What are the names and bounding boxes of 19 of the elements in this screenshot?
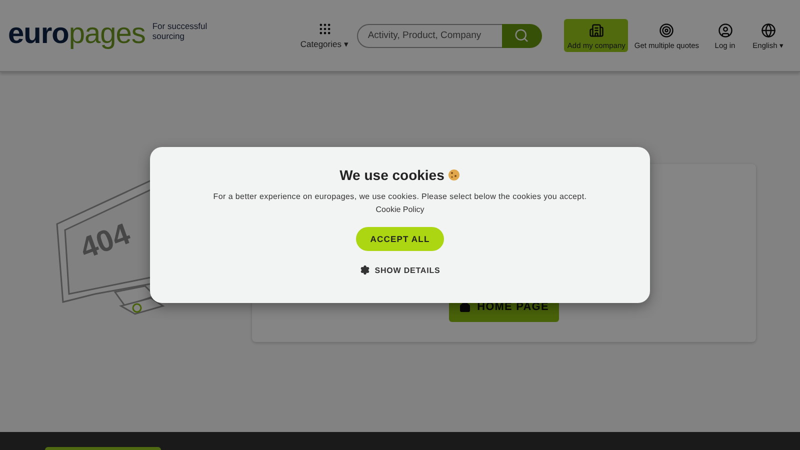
cookie-text: For a better experience on europages, we use cookies. Please select below the cookies you accept. — [213, 192, 587, 201]
error-code: 404 — [76, 217, 134, 266]
globe-icon — [760, 23, 776, 38]
search-field[interactable]: Activity, Product, Company — [356, 24, 502, 48]
target-icon — [659, 23, 674, 38]
europages-logo[interactable]: europages — [8, 20, 146, 49]
grid-icon — [318, 22, 332, 36]
search-icon — [514, 28, 530, 43]
categories-button[interactable]: Categories ▾ — [300, 22, 349, 49]
cookie-icon — [448, 169, 460, 181]
building-icon — [588, 23, 604, 38]
settings-icon — [360, 265, 370, 275]
cookie-policy-link[interactable]: Cookie Policy — [376, 205, 424, 214]
accept-all-button[interactable]: ACCEPT ALL — [356, 227, 444, 251]
tagline: For successful sourcing — [152, 22, 208, 42]
user-icon — [718, 23, 732, 38]
search-button[interactable] — [502, 24, 542, 48]
dialog-title: We use cookies — [340, 167, 460, 183]
show-details-button[interactable]: SHOW DETAILS — [354, 264, 446, 276]
